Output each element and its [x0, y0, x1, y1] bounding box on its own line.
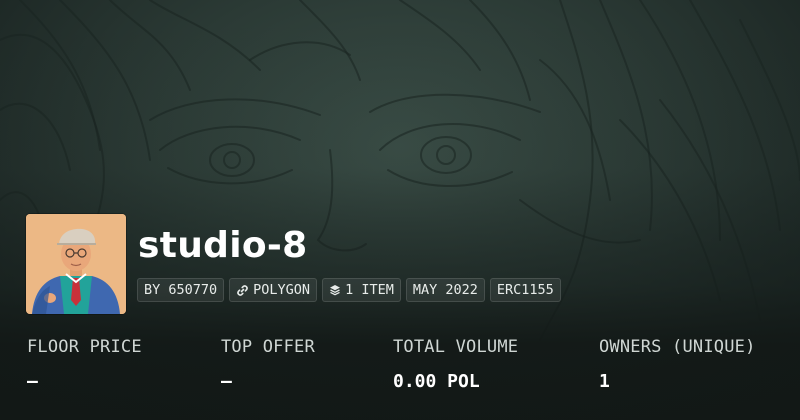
stat-label: FLOOR PRICE — [27, 337, 142, 357]
stat-label: TOP OFFER — [221, 337, 315, 357]
stat-value: — — [27, 371, 38, 392]
stat-owners: OWNERS (UNIQUE) 1 — [599, 336, 756, 393]
chip-date-label: MAY 2022 — [412, 282, 478, 298]
stat-floor-price: FLOOR PRICE — — [27, 336, 142, 393]
chip-date: MAY 2022 — [405, 278, 485, 302]
chip-chain[interactable]: POLYGON — [229, 278, 318, 302]
chip-standard: ERC1155 — [489, 278, 561, 302]
stat-value: 0.00 POL — [393, 371, 480, 392]
chip-items-label: 1 ITEM — [345, 282, 394, 298]
portrait-man-flat-cap-icon — [26, 214, 126, 314]
stat-label: OWNERS (UNIQUE) — [599, 337, 756, 357]
stat-top-offer: TOP OFFER — — [221, 336, 315, 393]
chip-creator-label: BY 650770 — [144, 282, 218, 298]
stat-label: TOTAL VOLUME — [393, 337, 519, 357]
chip-chain-label: POLYGON — [253, 282, 311, 298]
collection-avatar[interactable] — [26, 214, 126, 314]
link-icon — [237, 284, 248, 296]
chip-items: 1 ITEM — [322, 278, 401, 302]
stat-value: 1 — [599, 371, 610, 392]
collection-title: studio-8 — [138, 225, 308, 266]
chip-standard-label: ERC1155 — [496, 282, 554, 298]
stat-total-volume: TOTAL VOLUME 0.00 POL — [393, 336, 518, 393]
chip-creator[interactable]: BY 650770 — [137, 278, 225, 302]
layers-icon — [330, 285, 341, 296]
collection-stats: FLOOR PRICE — TOP OFFER — TOTAL VOLUME 0… — [0, 336, 800, 396]
stat-value: — — [221, 371, 232, 392]
collection-meta-chips: BY 650770 POLYGON 1 ITEM MAY 2022 ERC115… — [137, 278, 561, 302]
